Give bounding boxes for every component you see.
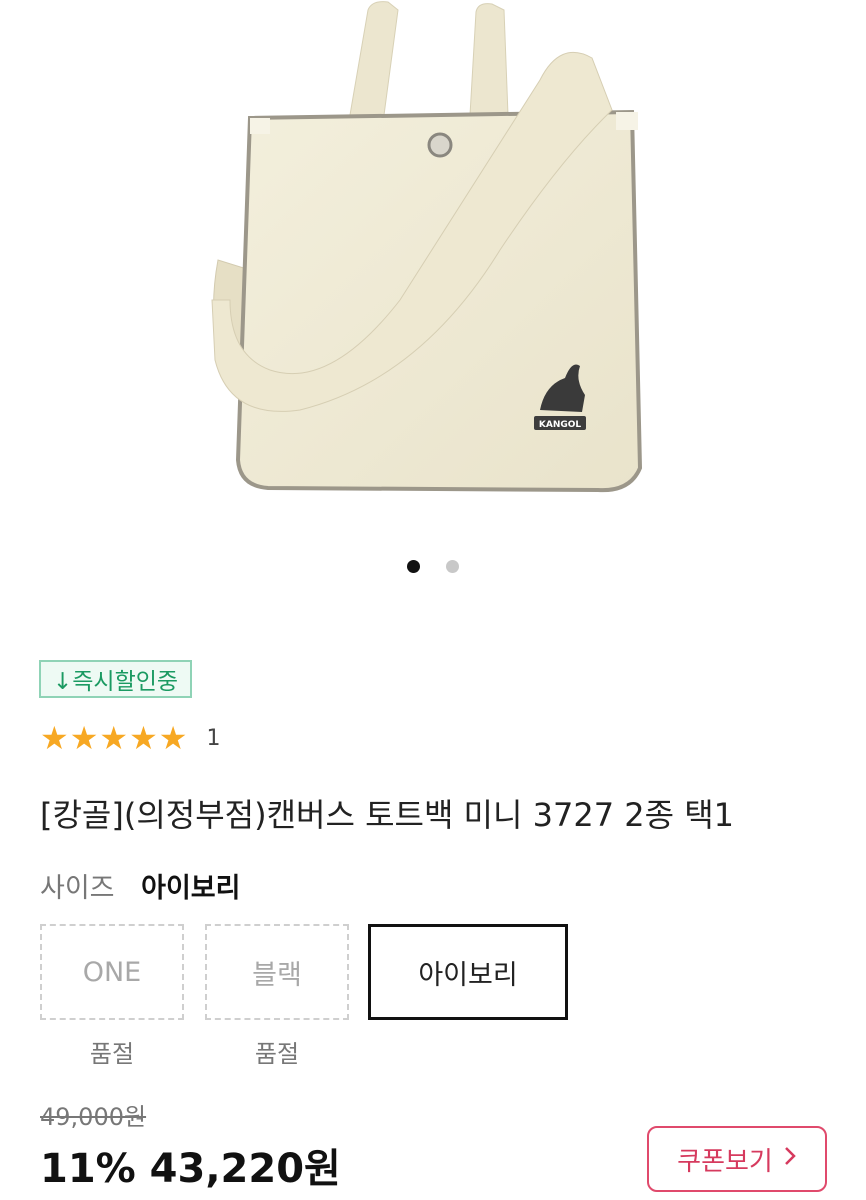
soldout-label: 품절 bbox=[254, 1040, 300, 1068]
size-option-black[interactable]: 블랙 bbox=[205, 924, 349, 1020]
product-image: KANGOL bbox=[211, 1, 643, 493]
option-label: 블랙 bbox=[252, 959, 302, 991]
size-option-one[interactable]: ONE bbox=[40, 924, 184, 1020]
product-image-gallery[interactable]: KANGOL bbox=[0, 0, 866, 540]
option-label: ONE bbox=[82, 956, 142, 988]
review-count: 1 bbox=[206, 725, 221, 751]
product-title: [캉골](의정부점)캔버스 토트백 미니 3727 2종 택1 bbox=[40, 796, 734, 834]
discounted-price: 11% 43,220원 bbox=[40, 1146, 341, 1192]
selected-size-value: 아이보리 bbox=[141, 873, 241, 904]
size-option-ivory[interactable]: 아이보리 bbox=[368, 924, 568, 1020]
brand-logo-text: KANGOL bbox=[539, 420, 582, 430]
badge-label: ↓즉시할인중 bbox=[53, 669, 179, 695]
size-label: 사이즈 bbox=[40, 873, 115, 904]
instant-discount-badge: ↓즉시할인중 bbox=[39, 660, 193, 698]
view-coupon-button[interactable]: 쿠폰보기 bbox=[647, 1126, 827, 1192]
original-price: 49,000원 bbox=[40, 1103, 147, 1131]
star-rating-icon: ★★★★★ bbox=[40, 719, 189, 757]
gallery-pagination bbox=[0, 560, 866, 573]
rating[interactable]: ★★★★★ 1 bbox=[40, 722, 220, 754]
soldout-label: 품절 bbox=[89, 1040, 135, 1068]
pagination-dot-1[interactable] bbox=[407, 560, 420, 573]
option-label: 아이보리 bbox=[418, 959, 518, 991]
chevron-right-icon bbox=[783, 1144, 797, 1174]
pagination-dot-2[interactable] bbox=[446, 560, 459, 573]
coupon-label: 쿠폰보기 bbox=[677, 1146, 773, 1177]
size-selection-summary: 사이즈 아이보리 bbox=[40, 866, 241, 905]
